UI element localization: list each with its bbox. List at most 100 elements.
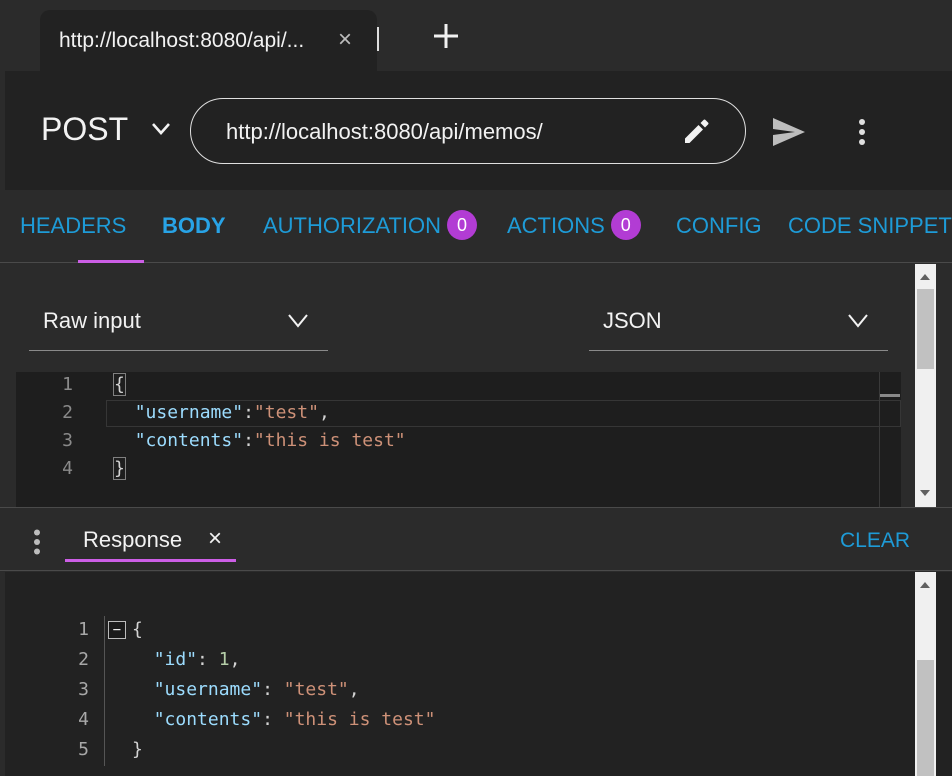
json-brace: } [113, 457, 126, 480]
json-brace: { [113, 373, 126, 396]
line-number: 2 [62, 402, 73, 423]
line-number: 2 [78, 649, 89, 670]
scroll-up-arrow-icon[interactable] [920, 582, 930, 588]
json-comma: , [348, 679, 360, 700]
request-bar: POST http://localhost:8080/api/memos/ [5, 71, 952, 190]
editor-line: 3 "contents":"this is test" [16, 430, 886, 458]
json-comma: , [318, 402, 330, 423]
json-value: "test" [253, 402, 319, 423]
tab-config[interactable]: CONFIG [676, 213, 762, 239]
json-value: "this is test" [253, 430, 406, 451]
line-number: 5 [78, 739, 89, 760]
json-value: "this is test" [283, 709, 436, 730]
json-key: "username" [134, 402, 244, 423]
json-value: 1 [218, 649, 230, 670]
json-separator: : [243, 402, 254, 423]
more-vert-icon[interactable] [858, 118, 866, 146]
tab-separator [377, 27, 379, 51]
json-separator: : [262, 679, 284, 700]
json-value: "test" [283, 679, 349, 700]
response-header: Response × CLEAR [0, 507, 952, 571]
json-separator: : [243, 430, 254, 451]
json-separator: : [197, 649, 219, 670]
request-tab[interactable]: http://localhost:8080/api/... × [40, 10, 377, 71]
tab-label: AUTHORIZATION [263, 213, 442, 238]
chevron-down-icon [288, 314, 308, 328]
json-comma: , [229, 649, 241, 670]
url-text[interactable]: http://localhost:8080/api/memos/ [226, 119, 543, 145]
line-code: "username": "test", [132, 679, 360, 700]
scroll-down-arrow-icon[interactable] [920, 490, 930, 496]
line-code: } [113, 457, 126, 480]
editor-line: 2 "username":"test", [16, 402, 886, 430]
tab-label: ACTIONS [507, 213, 605, 238]
tab-strip: http://localhost:8080/api/... × [0, 0, 952, 71]
pencil-icon[interactable] [682, 116, 712, 146]
active-tab-indicator [78, 260, 144, 263]
json-key: "contents" [134, 430, 244, 451]
body-scrollbar[interactable] [915, 264, 936, 507]
active-tab-indicator [65, 559, 236, 562]
chevron-down-icon [848, 314, 868, 328]
content-type-value: JSON [603, 308, 662, 333]
tab-close-icon[interactable]: × [338, 26, 352, 54]
editor-line: 1 { [16, 373, 886, 402]
json-key: "contents" [153, 709, 263, 730]
plus-icon[interactable] [432, 22, 460, 50]
tab-label: CONFIG [676, 213, 762, 238]
tab-body[interactable]: BODY [162, 213, 226, 239]
json-separator: : [262, 709, 284, 730]
response-viewer[interactable]: − 1 { 2 "id": 1, 3 "username": "test", 4… [5, 572, 952, 776]
send-icon[interactable] [772, 117, 806, 147]
response-tab-label: Response [83, 527, 183, 552]
line-number: 1 [62, 374, 73, 395]
input-mode-select[interactable]: Raw input [29, 294, 328, 351]
line-code: "username":"test", [113, 402, 330, 423]
clear-button[interactable]: CLEAR [840, 529, 910, 553]
editor-line: 4 } [16, 457, 886, 486]
json-key: "username" [153, 679, 263, 700]
input-mode-value: Raw input [43, 308, 141, 333]
line-code: { [132, 619, 143, 640]
scroll-thumb[interactable] [917, 289, 934, 369]
tab-code-snippet[interactable]: CODE SNIPPET [788, 213, 952, 239]
scroll-thumb[interactable] [917, 660, 934, 776]
response-line: 1 { [5, 619, 885, 649]
method-select[interactable]: POST [41, 111, 128, 148]
section-tabs: HEADERS BODY AUTHORIZATION 0 ACTIONS 0 CON… [0, 190, 952, 263]
line-code: { [113, 373, 126, 396]
response-line: 3 "username": "test", [5, 679, 885, 709]
line-code: } [132, 739, 143, 760]
line-number: 3 [78, 679, 89, 700]
line-code: "contents":"this is test" [113, 430, 406, 451]
scroll-up-arrow-icon[interactable] [920, 274, 930, 280]
tab-authorization[interactable]: AUTHORIZATION 0 [263, 210, 478, 241]
close-icon[interactable]: × [208, 525, 222, 553]
response-line: 2 "id": 1, [5, 649, 885, 679]
response-line: 4 "contents": "this is test" [5, 709, 885, 739]
url-input[interactable]: http://localhost:8080/api/memos/ [190, 98, 746, 164]
count-badge: 0 [610, 210, 641, 241]
tab-label: CODE SNIPPET [788, 213, 952, 238]
line-code: "contents": "this is test" [132, 709, 436, 730]
line-number: 1 [78, 619, 89, 640]
response-line: 5 } [5, 739, 885, 769]
json-brace: } [132, 739, 143, 760]
tab-headers[interactable]: HEADERS [20, 213, 126, 239]
tab-label: BODY [162, 213, 226, 238]
line-code: "id": 1, [132, 649, 241, 670]
tab-actions[interactable]: ACTIONS 0 [507, 210, 641, 241]
body-editor[interactable]: 1 { 2 "username":"test", 3 "contents":"t… [16, 372, 901, 507]
response-tab[interactable]: Response × [65, 508, 236, 562]
tab-title: http://localhost:8080/api/... [59, 29, 305, 52]
chevron-down-icon[interactable] [151, 122, 171, 136]
content-type-select[interactable]: JSON [589, 294, 888, 351]
more-vert-icon[interactable] [33, 529, 41, 555]
tab-label: HEADERS [20, 213, 127, 238]
line-number: 4 [62, 458, 73, 479]
line-number: 3 [62, 430, 73, 451]
count-badge: 0 [447, 210, 478, 241]
line-number: 4 [78, 709, 89, 730]
response-scrollbar[interactable] [915, 572, 936, 776]
json-key: "id" [153, 649, 198, 670]
